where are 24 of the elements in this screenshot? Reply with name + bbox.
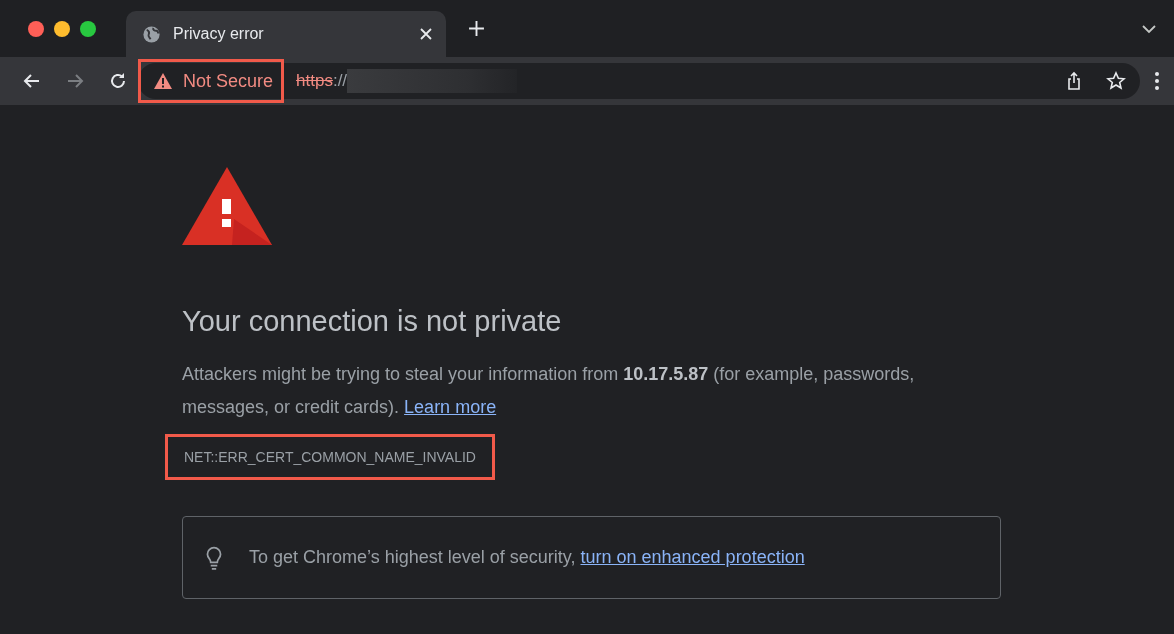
close-window-button[interactable] (28, 20, 44, 37)
tab-search-chevron-icon[interactable] (1142, 23, 1156, 34)
bookmark-star-icon[interactable] (1106, 71, 1126, 91)
error-heading: Your connection is not private (182, 305, 562, 338)
not-secure-label: Not Secure (183, 70, 274, 92)
tip-text: To get Chrome’s highest level of security, turn on enhanced protection (249, 547, 805, 568)
warning-icon (182, 167, 272, 245)
enhanced-protection-link[interactable]: turn on enhanced protection (580, 547, 805, 567)
error-message: Attackers might be trying to steal your information from 10.17.5.87 (for example, passwords, messages, or credit cards). Learn more (182, 363, 916, 419)
minimize-window-button[interactable] (54, 20, 70, 37)
menu-icon[interactable] (1154, 71, 1160, 91)
globe-icon (142, 24, 161, 44)
close-tab-icon[interactable] (420, 28, 432, 40)
browser-tab[interactable]: Privacy error (126, 11, 446, 57)
error-code: NET::ERR_CERT_COMMON_NAME_INVALID (165, 434, 495, 480)
url-text[interactable]: https:// (296, 71, 348, 91)
lightbulb-icon (205, 545, 223, 570)
new-tab-icon[interactable] (468, 20, 485, 37)
warning-icon (153, 72, 173, 90)
not-secure-chip[interactable]: Not Secure (138, 59, 285, 103)
tab-title: Privacy error (173, 25, 265, 43)
zoom-window-button[interactable] (80, 20, 96, 37)
learn-more-link[interactable]: Learn more (404, 397, 497, 417)
reload-icon[interactable] (108, 71, 128, 91)
